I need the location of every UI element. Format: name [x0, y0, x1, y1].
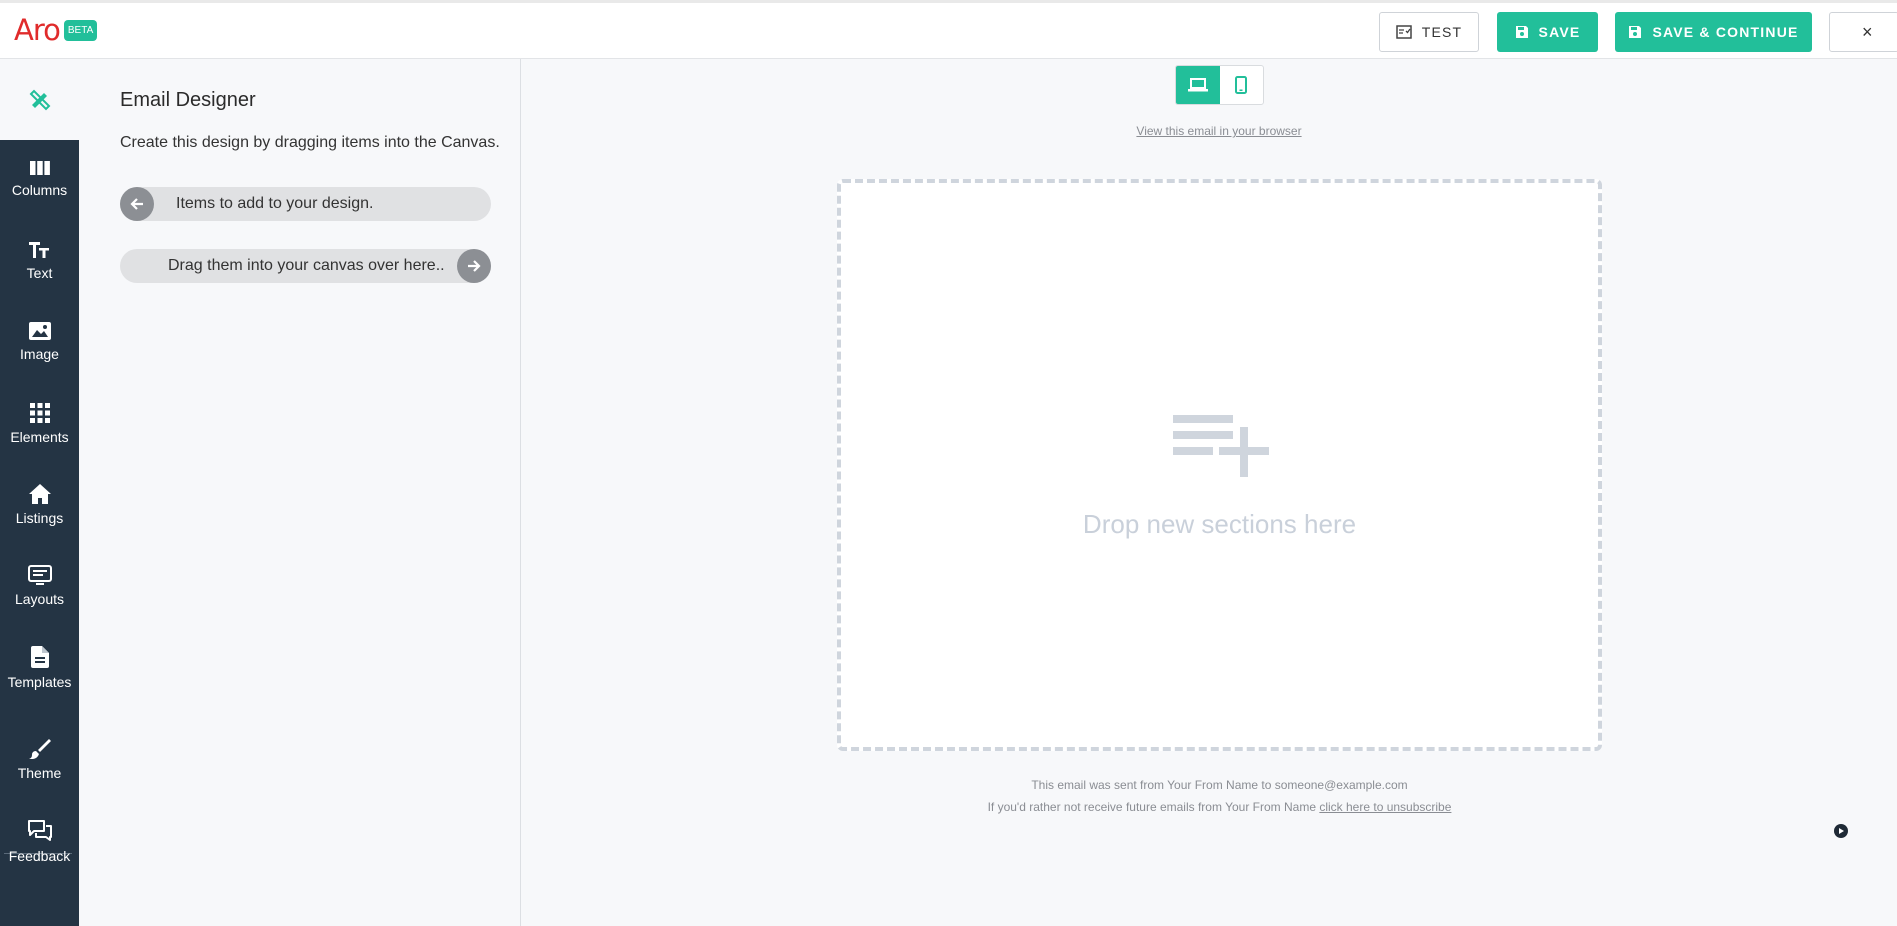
beta-badge: BETA: [63, 19, 98, 41]
hint-items-text: Items to add to your design.: [176, 195, 374, 212]
sidebar-item-label: Columns: [11, 182, 68, 198]
save-continue-button[interactable]: SAVE & CONTINUE: [1615, 12, 1812, 52]
design-tools-icon: [29, 89, 50, 110]
designer-panel: Email Designer Create this design by dra…: [79, 59, 521, 926]
desktop-view-button[interactable]: [1176, 66, 1220, 104]
text-icon: [28, 242, 49, 258]
sidebar-item-label: Templates: [7, 674, 72, 690]
save-continue-label: SAVE & CONTINUE: [1652, 24, 1799, 40]
unsubscribe-link[interactable]: click here to unsubscribe: [1319, 800, 1451, 814]
arrow-right-icon: [457, 249, 491, 283]
hint-canvas-text: Drag them into your canvas over here..: [168, 257, 445, 274]
laptop-icon: [1187, 78, 1208, 92]
sidebar-item-text[interactable]: Text: [0, 241, 79, 305]
sidebar-item-label: Text: [26, 265, 53, 281]
sidebar-item-label: Feedback: [8, 848, 71, 864]
sidebar-item-listings[interactable]: Listings: [0, 484, 79, 548]
drop-sections-text: Drop new sections here: [1082, 509, 1357, 539]
sidebar-item-theme[interactable]: Theme: [0, 739, 79, 803]
test-label: TEST: [1421, 24, 1463, 40]
sidebar-item-columns[interactable]: Columns: [0, 160, 79, 224]
document-icon: [30, 646, 49, 668]
mobile-view-button[interactable]: [1220, 66, 1264, 104]
sidebar-item-label: Layouts: [14, 591, 65, 607]
grid-icon: [29, 403, 50, 423]
sidebar-item-templates[interactable]: Templates: [0, 646, 79, 710]
image-icon: [28, 322, 51, 340]
save-icon: [1515, 26, 1528, 38]
panel-description: Create this design by dragging items int…: [120, 134, 500, 151]
sidebar-item-label: Elements: [10, 429, 69, 445]
close-button[interactable]: ×: [1829, 12, 1897, 52]
save-button[interactable]: SAVE: [1497, 12, 1598, 52]
panel-title: Email Designer: [120, 89, 256, 111]
logo[interactable]: Aro BETA: [14, 13, 98, 47]
add-section-icon: [1173, 415, 1269, 477]
logo-text: Aro: [14, 13, 61, 47]
save-label: SAVE: [1538, 24, 1581, 40]
sidebar: Columns Text Image Elements Listings Lay…: [0, 140, 79, 926]
home-icon: [28, 484, 51, 504]
sidebar-item-image[interactable]: Image: [0, 322, 79, 386]
hint-items-pill: Items to add to your design.: [120, 187, 491, 221]
save-icon: [1629, 26, 1642, 38]
test-button[interactable]: TEST: [1379, 12, 1479, 52]
sidebar-item-label: Listings: [15, 510, 64, 526]
sidebar-item-label: Theme: [17, 765, 62, 781]
sidebar-item-elements[interactable]: Elements: [0, 403, 79, 467]
view-in-browser-link[interactable]: View this email in your browser: [1133, 124, 1305, 138]
brush-icon: [28, 739, 51, 759]
canvas-dropzone[interactable]: Drop new sections here: [837, 179, 1602, 751]
columns-icon: [29, 161, 50, 175]
device-toggle: [1175, 65, 1264, 105]
test-icon: [1395, 25, 1412, 39]
designer-tool-tab[interactable]: [0, 59, 79, 140]
mobile-icon: [1235, 76, 1248, 94]
footer-unsubscribe-prefix: If you'd rather not receive future email…: [987, 800, 1320, 814]
footer-sent-from: This email was sent from Your From Name …: [1031, 778, 1408, 792]
close-icon: ×: [1862, 21, 1874, 42]
sidebar-item-feedback[interactable]: Feedback: [0, 820, 79, 884]
arrow-left-icon: [120, 187, 154, 221]
footer-unsubscribe-line: If you'd rather not receive future email…: [837, 800, 1602, 814]
layouts-icon: [27, 565, 52, 585]
hint-canvas-pill: Drag them into your canvas over here..: [120, 249, 491, 283]
chat-icon: [27, 820, 52, 841]
top-bar: Aro BETA TEST SAVE SAVE & CONTINUE ×: [0, 0, 1897, 59]
sidebar-item-layouts[interactable]: Layouts: [0, 565, 79, 629]
sidebar-item-label: Image: [20, 346, 59, 362]
play-icon[interactable]: [1834, 824, 1848, 838]
